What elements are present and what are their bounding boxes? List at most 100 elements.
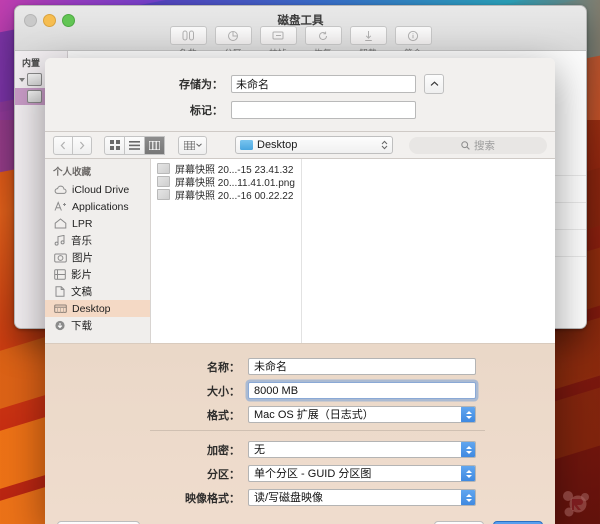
save-as-input[interactable]: 未命名 bbox=[231, 75, 416, 93]
sidebar-item-label: 影片 bbox=[71, 269, 92, 281]
sidebar-item-movies[interactable]: 影片 bbox=[45, 266, 150, 283]
updown-chevron-icon bbox=[461, 407, 475, 422]
downloads-icon bbox=[55, 320, 65, 331]
image-file-icon bbox=[157, 189, 170, 200]
tags-input[interactable] bbox=[231, 101, 416, 119]
updown-chevron-icon bbox=[381, 140, 388, 150]
path-popup-button[interactable]: Desktop bbox=[235, 136, 393, 154]
sheet-button-bar: 新建文件夹 取消 存储 bbox=[45, 514, 555, 524]
sidebar-item-music[interactable]: 音乐 bbox=[45, 232, 150, 249]
updown-chevron-icon bbox=[461, 442, 475, 457]
sidebar-item-label: 下载 bbox=[71, 320, 92, 332]
image-format-value: 读/写磁盘映像 bbox=[254, 492, 324, 504]
list-view-icon[interactable] bbox=[125, 135, 145, 155]
sidebar-item-icloud-drive[interactable]: iCloud Drive bbox=[45, 181, 150, 198]
chevron-left-icon[interactable] bbox=[53, 135, 73, 155]
applications-icon bbox=[54, 201, 66, 211]
sidebar-item-label: LPR bbox=[72, 217, 93, 230]
favorites-sidebar: 个人收藏 iCloud Drive Applications LPR 音乐 图片 bbox=[45, 159, 151, 343]
desktop-icon bbox=[54, 304, 67, 313]
option-row-encryption: 加密： 无 bbox=[45, 441, 555, 458]
format-label: 格式： bbox=[207, 409, 240, 422]
option-row-name: 名称： 未命名 bbox=[45, 358, 555, 375]
encryption-value: 无 bbox=[254, 444, 265, 456]
disk-icon bbox=[27, 73, 42, 86]
search-field[interactable]: 搜索 bbox=[409, 136, 547, 154]
search-placeholder: 搜索 bbox=[474, 139, 495, 152]
column-view-icon[interactable] bbox=[145, 135, 165, 155]
encryption-select[interactable]: 无 bbox=[248, 441, 476, 458]
disclosure-triangle-icon[interactable] bbox=[19, 77, 25, 82]
image-format-label: 映像格式： bbox=[185, 492, 240, 505]
section-divider bbox=[150, 430, 485, 431]
sidebar-item-desktop[interactable]: Desktop bbox=[45, 300, 150, 317]
partition-value: 单个分区 - GUID 分区图 bbox=[254, 468, 372, 480]
size-input[interactable]: 8000 MB bbox=[248, 382, 476, 399]
music-icon bbox=[54, 235, 65, 246]
chevron-right-icon[interactable] bbox=[73, 135, 92, 155]
sidebar-item-label: 图片 bbox=[72, 252, 93, 264]
documents-icon bbox=[55, 286, 65, 297]
list-item[interactable]: 屏幕快照 20...-16 00.22.22 bbox=[151, 188, 301, 202]
sidebar-item-label: 音乐 bbox=[71, 235, 92, 247]
sidebar-item-label: iCloud Drive bbox=[72, 183, 130, 196]
volume-icon bbox=[27, 90, 42, 103]
window-titlebar[interactable]: 磁盘工具 急救 分区 抹掉 bbox=[15, 6, 586, 58]
favorites-header: 个人收藏 bbox=[53, 167, 92, 178]
sidebar-item-documents[interactable]: 文稿 bbox=[45, 283, 150, 300]
erase-icon bbox=[259, 26, 297, 45]
format-select[interactable]: Mac OS 扩展（日志式） bbox=[248, 406, 476, 423]
format-value: Mac OS 扩展（日志式） bbox=[254, 409, 374, 421]
unmount-icon bbox=[349, 26, 387, 45]
search-icon bbox=[461, 140, 470, 150]
save-dialog-sheet: 存储为： 未命名 标记： Desktop 搜索 个人收藏 iCloud Driv… bbox=[45, 58, 555, 524]
icon-view-icon[interactable] bbox=[104, 135, 125, 155]
save-as-label: 存储为： bbox=[179, 79, 223, 91]
save-as-row: 存储为： 未命名 bbox=[45, 74, 555, 94]
option-row-format: 格式： Mac OS 扩展（日志式） bbox=[45, 406, 555, 423]
partition-icon bbox=[214, 26, 252, 45]
partition-select[interactable]: 单个分区 - GUID 分区图 bbox=[248, 465, 476, 482]
name-label: 名称： bbox=[207, 361, 240, 374]
save-sheet-header: 存储为： 未命名 标记： bbox=[45, 58, 555, 132]
sidebar-item-label: Desktop bbox=[72, 302, 111, 315]
sidebar-item-downloads[interactable]: 下载 bbox=[45, 317, 150, 334]
tags-row: 标记： bbox=[45, 101, 555, 119]
sidebar-item-applications[interactable]: Applications bbox=[45, 198, 150, 215]
sidebar-item-lpr[interactable]: LPR bbox=[45, 215, 150, 232]
image-file-icon bbox=[157, 176, 170, 187]
nav-back-forward bbox=[53, 135, 92, 155]
cloud-icon bbox=[54, 185, 67, 194]
size-label: 大小： bbox=[207, 385, 240, 398]
name-input[interactable]: 未命名 bbox=[248, 358, 476, 375]
sidebar-item-label: Applications bbox=[72, 200, 129, 213]
sidebar-item-pictures[interactable]: 图片 bbox=[45, 249, 150, 266]
image-format-select[interactable]: 读/写磁盘映像 bbox=[248, 489, 476, 506]
sidebar-item-label: 文稿 bbox=[71, 286, 92, 298]
encryption-label: 加密： bbox=[207, 444, 240, 457]
tags-label: 标记： bbox=[190, 105, 223, 117]
option-row-image-format: 映像格式： 读/写磁盘映像 bbox=[45, 489, 555, 506]
file-browser: 个人收藏 iCloud Drive Applications LPR 音乐 图片 bbox=[45, 159, 555, 343]
file-browser-navbar: Desktop 搜索 bbox=[45, 132, 555, 159]
file-name: 屏幕快照 20...-16 00.22.22 bbox=[175, 191, 294, 202]
updown-chevron-icon bbox=[461, 466, 475, 481]
restore-icon bbox=[304, 26, 342, 45]
option-row-size: 大小： 8000 MB bbox=[45, 382, 555, 399]
option-row-partition: 分区： 单个分区 - GUID 分区图 bbox=[45, 465, 555, 482]
partition-label: 分区： bbox=[207, 468, 240, 481]
folder-icon bbox=[240, 140, 253, 150]
group-by-icon[interactable] bbox=[178, 135, 207, 155]
updown-chevron-icon bbox=[461, 490, 475, 505]
info-icon bbox=[394, 26, 432, 45]
view-mode-segmented bbox=[104, 135, 165, 155]
file-column-empty[interactable] bbox=[302, 159, 555, 343]
watermark-logo bbox=[563, 491, 589, 517]
file-column[interactable]: 屏幕快照 20...-15 23.41.32 屏幕快照 20...11.41.0… bbox=[151, 159, 302, 343]
first-aid-icon bbox=[169, 26, 207, 45]
chevron-up-icon[interactable] bbox=[424, 74, 444, 94]
path-label: Desktop bbox=[257, 139, 298, 151]
image-file-icon bbox=[157, 163, 170, 174]
home-icon bbox=[54, 218, 67, 229]
pictures-icon bbox=[54, 253, 67, 263]
